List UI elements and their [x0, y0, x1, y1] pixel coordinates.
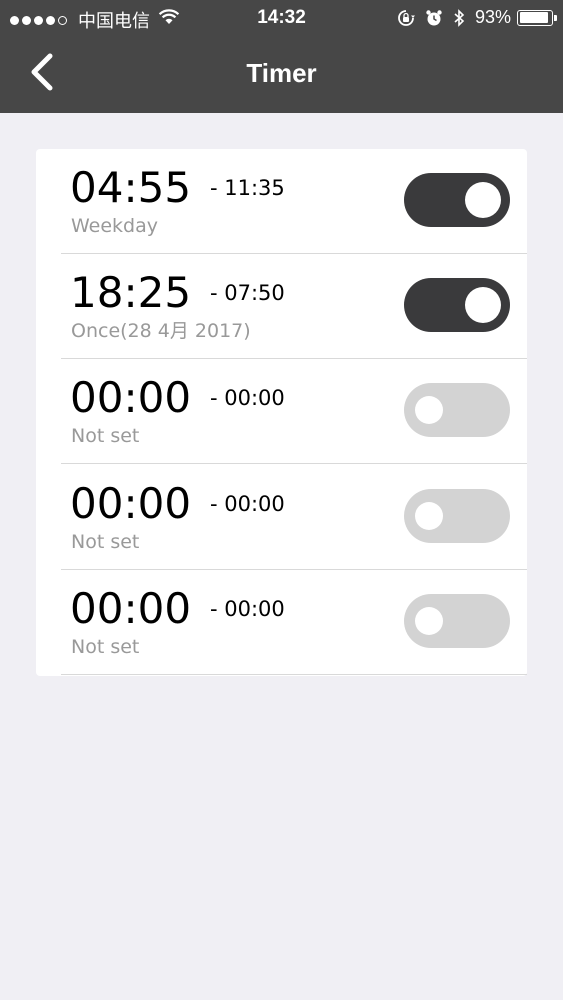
timer-start-time: 18:25: [70, 268, 192, 317]
battery-percent: 93%: [474, 7, 511, 27]
rotation-lock-icon: [397, 9, 415, 27]
page-title: Timer: [246, 58, 317, 88]
timer-toggle[interactable]: [404, 173, 510, 227]
timer-toggle[interactable]: [404, 489, 510, 543]
timer-start-time: 00:00: [70, 373, 192, 422]
battery-icon: [517, 9, 557, 26]
timer-toggle[interactable]: [404, 383, 510, 437]
timer-row[interactable]: 18:25 - 07:50 Once(28 4月 2017): [36, 254, 527, 359]
status-bar: 中国电信 14:32 93%: [0, 0, 563, 36]
row-divider: [61, 674, 527, 675]
toggle-knob: [415, 502, 443, 530]
timer-start-time: 00:00: [70, 584, 192, 633]
timer-row[interactable]: 00:00 - 00:00 Not set: [36, 570, 527, 675]
timer-row[interactable]: 00:00 - 00:00 Not set: [36, 359, 527, 464]
timer-list: 04:55 - 11:35 Weekday 18:25 - 07:50 Once…: [36, 149, 527, 676]
toggle-knob: [415, 396, 443, 424]
timer-end-time: - 07:50: [210, 281, 285, 305]
timer-row[interactable]: 04:55 - 11:35 Weekday: [36, 149, 527, 254]
timer-row[interactable]: 00:00 - 00:00 Not set: [36, 465, 527, 570]
timer-start-time: 04:55: [70, 163, 192, 212]
toggle-knob: [465, 287, 501, 323]
toggle-knob: [415, 607, 443, 635]
battery-level: [519, 12, 549, 23]
status-bar-right: 93%: [397, 7, 557, 28]
timer-end-time: - 00:00: [210, 492, 285, 516]
timer-repeat: Not set: [71, 425, 140, 447]
timer-end-time: - 11:35: [210, 176, 285, 200]
timer-toggle[interactable]: [404, 594, 510, 648]
alarm-icon: [425, 9, 443, 27]
timer-start-time: 00:00: [70, 479, 192, 528]
timer-repeat: Not set: [71, 636, 140, 658]
nav-bar: Timer: [0, 36, 563, 113]
bluetooth-icon: [453, 8, 465, 27]
row-divider: [61, 463, 527, 464]
timer-repeat: Once(28 4月 2017): [71, 320, 251, 342]
timer-end-time: - 00:00: [210, 386, 285, 410]
timer-repeat: Not set: [71, 531, 140, 553]
timer-repeat: Weekday: [71, 215, 159, 237]
header: 中国电信 14:32 93% Timer: [0, 0, 563, 113]
timer-end-time: - 00:00: [210, 597, 285, 621]
toggle-knob: [465, 182, 501, 218]
timer-toggle[interactable]: [404, 278, 510, 332]
